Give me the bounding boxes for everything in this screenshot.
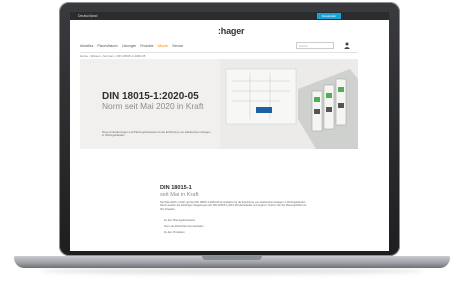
top-bar: Deutschland Newsletter	[70, 12, 389, 20]
hero-description: Neue Anforderungen und Planungshinweise …	[102, 130, 211, 138]
article-title: DIN 18015-1	[160, 185, 192, 191]
nav-item-loesungen[interactable]: Lösungen	[122, 44, 136, 48]
nav-item-produkte[interactable]: Produkte	[140, 44, 153, 48]
header-divider	[80, 52, 358, 53]
browser-screen: Deutschland Newsletter :hager Aktuelles …	[70, 12, 389, 251]
location-selector[interactable]: Deutschland	[78, 13, 97, 19]
main-nav: Aktuelles Planen/bauen Lösungen Produkte…	[80, 44, 183, 48]
search-input[interactable]: Suche	[296, 42, 334, 49]
nav-item-service[interactable]: Service	[172, 44, 183, 48]
laptop-shadow	[40, 268, 424, 274]
hero-image	[220, 59, 358, 149]
newsletter-button[interactable]: Newsletter	[317, 13, 341, 19]
user-icon[interactable]	[344, 42, 350, 49]
hero-banner: DIN 18015-1:2020-05 Norm seit Mai 2020 i…	[80, 59, 358, 149]
article-link[interactable]: Zu den Planungshinweisen	[164, 219, 195, 222]
hero-subtitle: Norm seit Mai 2020 in Kraft	[102, 101, 204, 111]
laptop-notch	[202, 256, 262, 260]
article-link[interactable]: Norm als Broschüre herunterladen	[164, 225, 204, 228]
article-body: Seit Mai 2020 in Kraft: gilt die DIN 180…	[160, 201, 307, 211]
breadcrumb[interactable]: Home › Wissen › Normen › DIN 18015-1:202…	[80, 54, 145, 58]
article-link[interactable]: Zu den Produkten	[164, 231, 185, 234]
hager-logo[interactable]: :hager	[218, 26, 245, 36]
nav-item-planen[interactable]: Planen/bauen	[97, 44, 117, 48]
laptop-mockup: Deutschland Newsletter :hager Aktuelles …	[0, 0, 465, 286]
article-subtitle: seit Mai in Kraft	[160, 192, 199, 198]
nav-item-wissen[interactable]: Wissen	[157, 44, 168, 48]
nav-item-aktuelles[interactable]: Aktuelles	[80, 44, 93, 48]
